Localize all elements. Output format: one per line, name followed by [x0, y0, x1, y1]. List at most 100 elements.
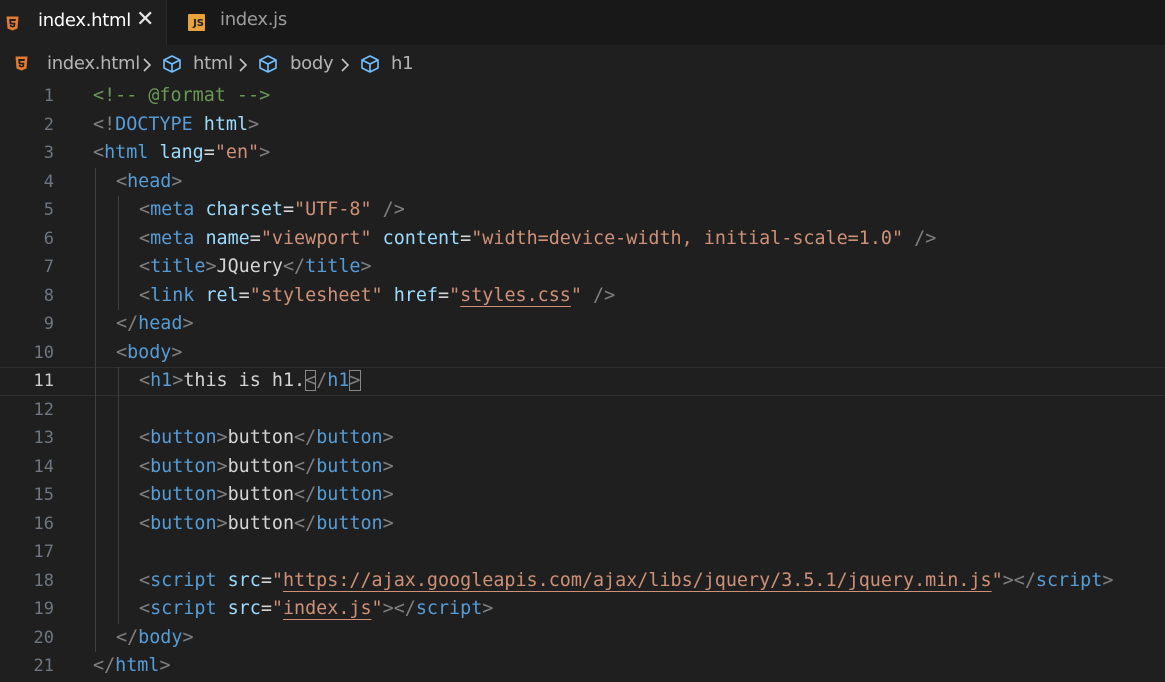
code-token: "en": [214, 142, 260, 163]
indent-guide: [95, 424, 96, 453]
indent-guide: [95, 224, 96, 253]
line-number: 14: [33, 456, 54, 477]
indent-guide: [118, 566, 119, 595]
code-token: meta: [150, 199, 195, 220]
indent-guide: [95, 538, 96, 567]
code-token: >: [216, 427, 228, 448]
line-number: 4: [43, 171, 54, 192]
line-number: 13: [33, 428, 54, 448]
code-token: JQuery: [216, 256, 283, 277]
chevron-right-icon: [239, 58, 248, 72]
code-token: </: [294, 512, 317, 534]
cube-icon: [163, 55, 181, 73]
line-code: <button>button</button>: [139, 453, 394, 482]
breadcrumb-html[interactable]: html: [193, 53, 233, 74]
line-number: 10: [33, 342, 54, 363]
tab-index-js[interactable]: JS index.js: [166, 0, 348, 45]
breadcrumb-h1[interactable]: h1: [391, 53, 414, 74]
code-token: DOCTYPE: [115, 113, 193, 135]
code-token: button: [150, 427, 217, 448]
indent-guide: [95, 253, 96, 282]
line-number: 8: [43, 285, 54, 306]
code-line[interactable]: 2 <!DOCTYPE html>: [0, 111, 1165, 140]
code-line[interactable]: 8 <link rel="stylesheet" href="styles.css…: [0, 281, 1165, 310]
code-token: head: [138, 313, 183, 334]
code-token: index.js: [282, 598, 372, 619]
close-icon[interactable]: ✕: [136, 7, 154, 32]
code-line[interactable]: 11 <h1>this is h1.</h1>: [0, 367, 1165, 396]
code-line[interactable]: 6 <meta name="viewport" content="width=de…: [0, 224, 1165, 253]
indent-guide: [118, 481, 119, 510]
code-token: href: [393, 284, 438, 306]
code-token: "width=device-width, initial-scale=1.0": [471, 227, 904, 249]
code-token: =: [203, 142, 215, 163]
code-token: =: [438, 284, 450, 306]
code-token: </: [294, 455, 317, 477]
code-line[interactable]: 3 <html lang="en">: [0, 139, 1165, 168]
code-line[interactable]: 4 <head>: [0, 167, 1165, 196]
code-line[interactable]: 18 <script src="https://ajax.googleapis.c…: [0, 566, 1165, 596]
line-code: <body>: [116, 339, 182, 368]
code-line[interactable]: 5 <meta charset="UTF-8" />: [0, 196, 1165, 225]
code-token: =: [460, 227, 472, 249]
code-token: </: [93, 655, 116, 676]
code-token: ": [449, 284, 461, 306]
line-code: <script src="https://ajax.googleapis.com…: [139, 567, 1113, 596]
code-token: button: [150, 512, 217, 534]
code-token: button: [227, 455, 295, 477]
code-line[interactable]: 16 <button>button</button>: [0, 509, 1165, 539]
code-token: >: [216, 512, 228, 534]
code-token: >: [182, 626, 194, 648]
line-number: 19: [33, 599, 54, 619]
code-line[interactable]: 20 </body>: [0, 623, 1165, 652]
code-token: >: [382, 512, 394, 534]
code-token: ></: [1002, 569, 1036, 591]
code-token: />: [914, 227, 937, 249]
code-token: button: [227, 484, 295, 505]
code-token: >: [360, 256, 372, 277]
indent-guide: [118, 367, 119, 396]
code-editor[interactable]: 1 <!-- @format --> 2 <!DOCTYPE html> 3 <html …: [0, 84, 1165, 682]
code-token: https://ajax.googleapis.com/ajax/libs/jq…: [282, 569, 992, 591]
code-line[interactable]: 14 <button>button</button>: [0, 452, 1165, 482]
indent-guide: [118, 253, 119, 282]
breadcrumb-file[interactable]: index.html: [47, 53, 140, 74]
code-token: button: [150, 455, 217, 477]
code-token: script: [415, 598, 483, 619]
code-token: "stylesheet": [249, 284, 383, 306]
line-code: <button>button</button>: [139, 510, 394, 539]
code-token: =: [249, 227, 261, 249]
code-token: meta: [150, 227, 195, 249]
code-token: button: [316, 484, 383, 505]
code-token: styles.css: [460, 284, 571, 306]
line-number: 16: [33, 513, 54, 534]
line-number: 5: [43, 200, 54, 220]
code-line[interactable]: 12: [0, 395, 1165, 424]
code-token: >: [216, 484, 228, 505]
code-token: src: [227, 598, 261, 619]
code-token: body: [127, 341, 172, 363]
code-line[interactable]: 15 <button>button</button>: [0, 481, 1165, 510]
line-code: </head>: [116, 310, 194, 339]
code-line[interactable]: 13 <button>button</button>: [0, 424, 1165, 453]
code-token: button: [316, 455, 383, 477]
code-line[interactable]: 21 </html>: [0, 652, 1165, 681]
tab-label: index.html: [38, 10, 131, 31]
code-token: link: [150, 284, 195, 306]
indent-guide: [95, 623, 96, 652]
code-token: button: [227, 427, 295, 448]
code-line[interactable]: 10 <body>: [0, 338, 1165, 368]
code-line[interactable]: 9 </head>: [0, 310, 1165, 339]
indent-guide: [118, 452, 119, 481]
code-token: >: [382, 427, 394, 448]
tab-index-html[interactable]: index.html ✕: [0, 0, 166, 45]
breadcrumb-body[interactable]: body: [290, 53, 334, 74]
code-line[interactable]: 17: [0, 538, 1165, 567]
code-line[interactable]: 19 <script src="index.js"></script>: [0, 595, 1165, 624]
line-code: </html>: [93, 652, 171, 681]
code-line[interactable]: 1 <!-- @format -->: [0, 82, 1165, 111]
code-line[interactable]: 7 <title>JQuery</title>: [0, 253, 1165, 282]
